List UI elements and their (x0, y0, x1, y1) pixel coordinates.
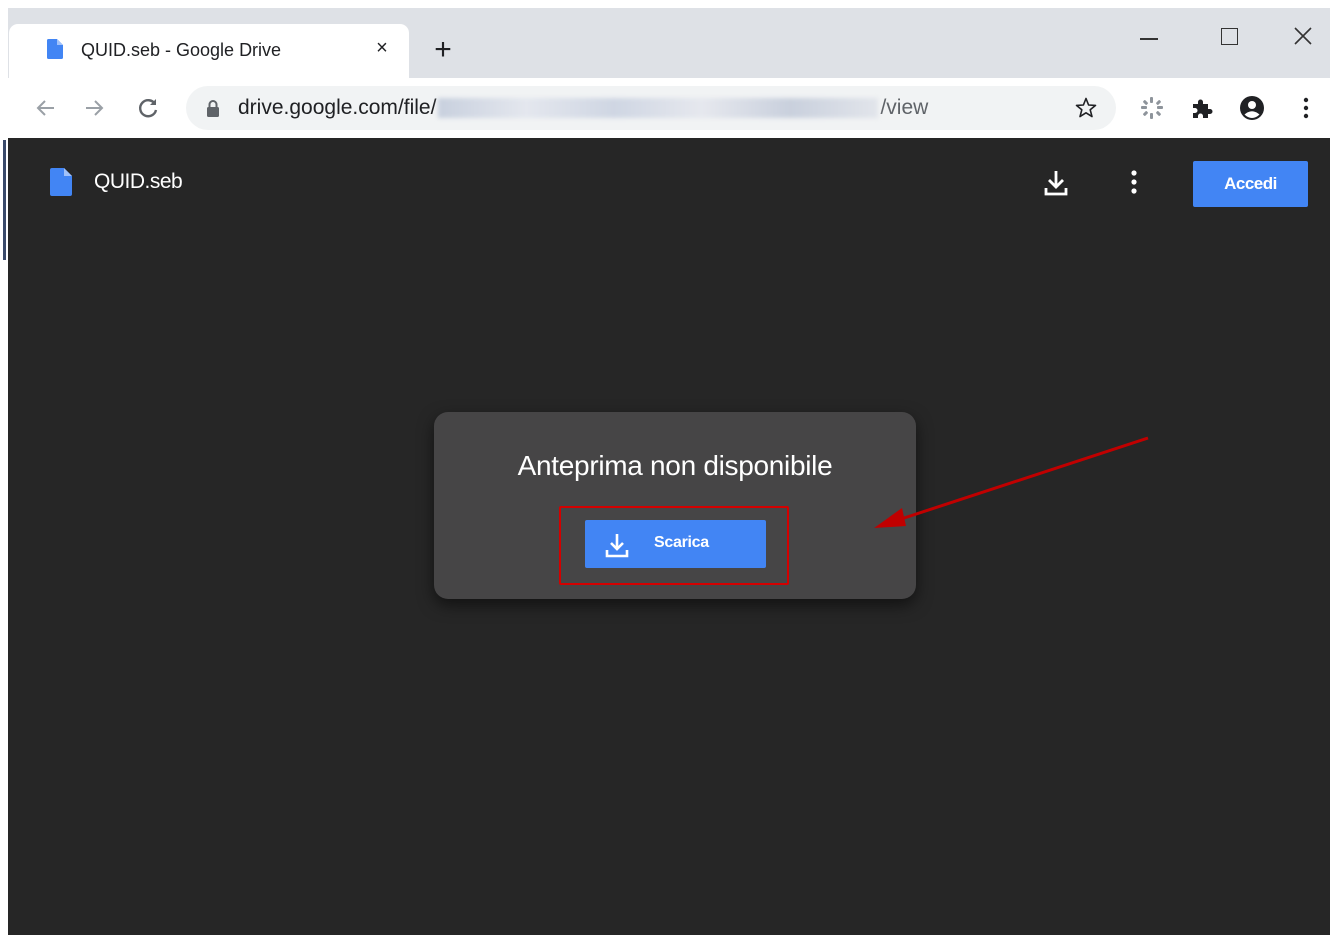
star-icon[interactable] (1074, 96, 1098, 120)
reload-icon[interactable] (134, 94, 162, 122)
file-favicon-icon (47, 39, 63, 59)
extension-spinner-icon[interactable] (1138, 94, 1166, 122)
window-maximize-button[interactable] (1208, 18, 1248, 58)
url-suffix: /view (880, 96, 929, 119)
annotation-arrow (874, 436, 1149, 528)
address-bar[interactable]: drive.google.com/file/ /view (186, 86, 1116, 130)
url-text[interactable]: drive.google.com/file/ /view (238, 96, 928, 120)
download-icon[interactable] (1042, 168, 1070, 198)
url-prefix: drive.google.com/file/ (238, 96, 437, 119)
new-tab-button[interactable]: + (428, 35, 458, 66)
sign-in-button[interactable]: Accedi (1193, 161, 1308, 207)
download-button-label: Scarica (654, 534, 709, 551)
tab-strip: QUID.seb - Google Drive × + (8, 8, 1330, 78)
redacted-url-segment (438, 98, 879, 118)
profile-icon[interactable] (1238, 94, 1266, 122)
puzzle-icon[interactable] (1188, 94, 1216, 122)
preview-unavailable-card: Anteprima non disponibile Scarica (434, 412, 916, 599)
preview-unavailable-message: Anteprima non disponibile (517, 450, 833, 481)
kebab-menu-icon[interactable] (1292, 94, 1320, 122)
download-icon (605, 534, 629, 558)
more-options-icon[interactable] (1122, 168, 1146, 198)
tab-title: QUID.seb - Google Drive (81, 40, 282, 60)
close-x-icon (1294, 27, 1312, 45)
window-close-button[interactable] (1283, 18, 1323, 58)
file-name: QUID.seb (94, 170, 183, 193)
drive-viewer: QUID.seb Accedi Anteprima non disponibil… (8, 138, 1330, 935)
browser-window: QUID.seb - Google Drive × + drive.google… (8, 8, 1330, 935)
download-button[interactable]: Scarica (585, 520, 766, 568)
lock-icon[interactable] (206, 99, 220, 117)
browser-toolbar: drive.google.com/file/ /view (8, 78, 1330, 138)
forward-arrow-icon[interactable] (80, 94, 108, 122)
window-minimize-button[interactable] (1128, 18, 1168, 58)
window-left-edge (0, 0, 8, 935)
tab-close-icon[interactable]: × (371, 37, 393, 59)
tab-google-drive[interactable]: QUID.seb - Google Drive × (9, 24, 409, 78)
file-icon (50, 168, 72, 196)
back-arrow-icon[interactable] (32, 94, 60, 122)
